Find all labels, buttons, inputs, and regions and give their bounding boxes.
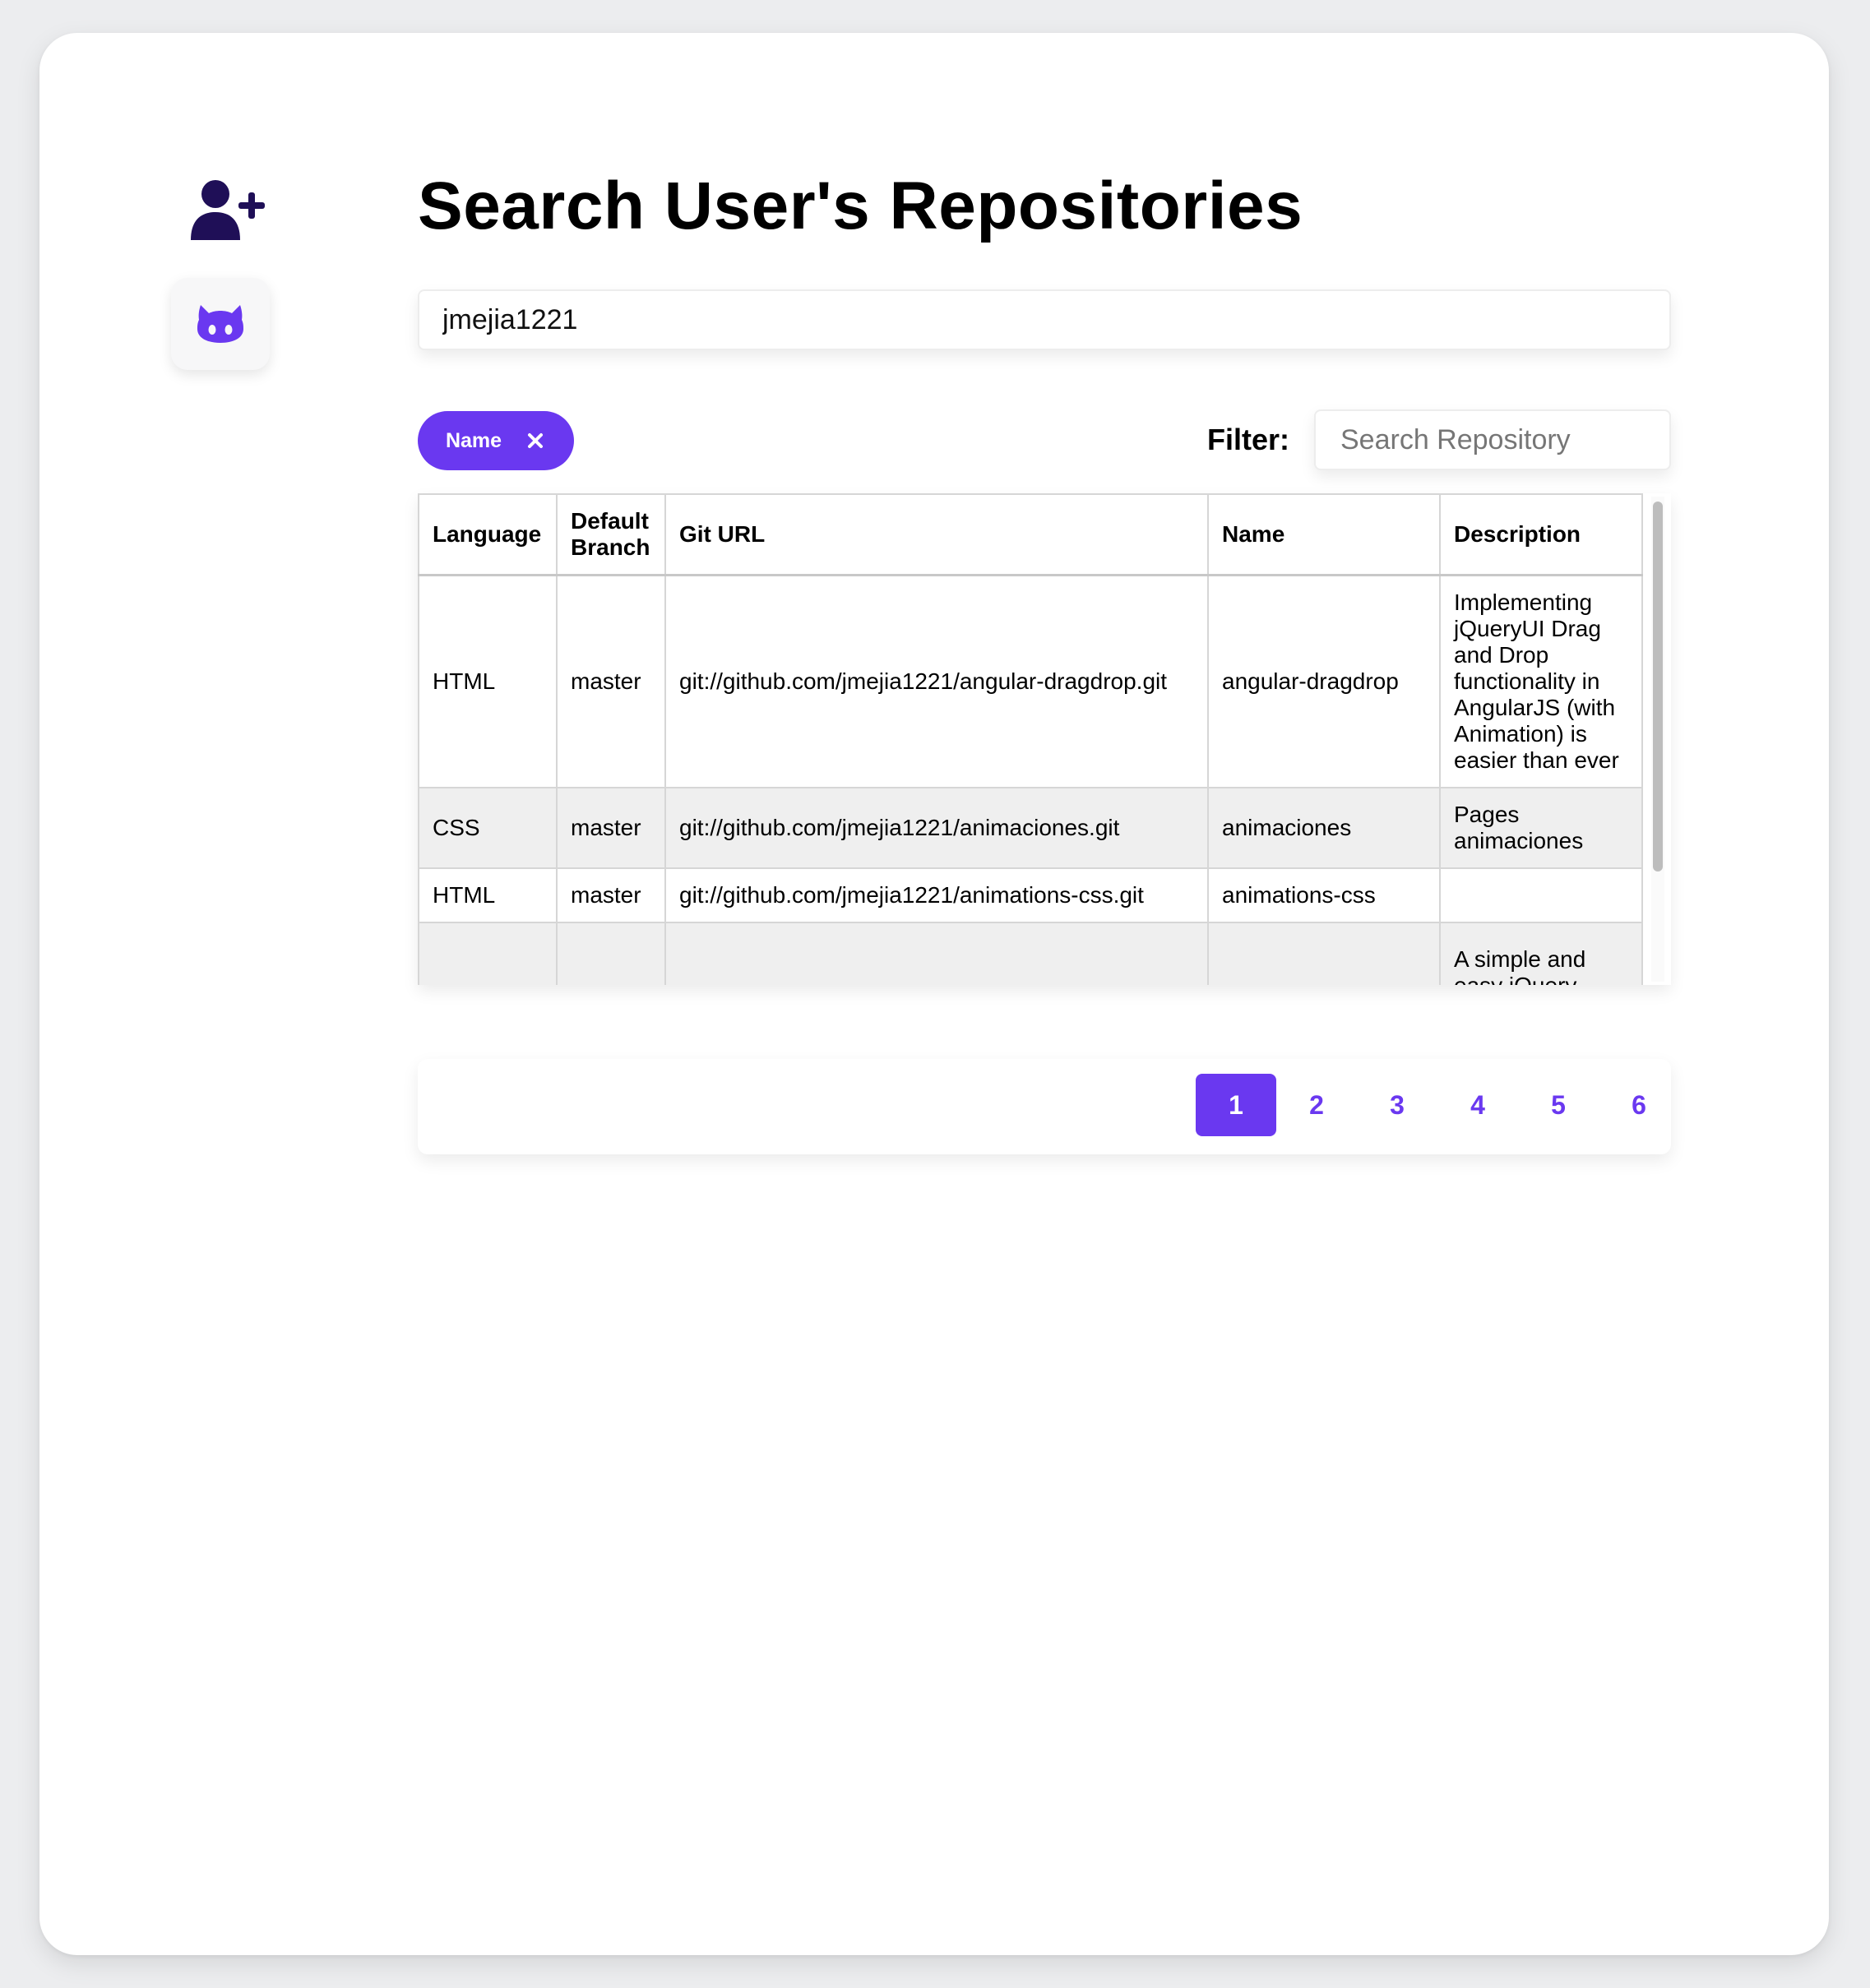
cell-language	[418, 922, 558, 985]
table-row[interactable]: CSS master git://github.com/jmejia1221/a…	[418, 787, 1643, 869]
table-row[interactable]: HTML master git://github.com/jmejia1221/…	[418, 574, 1643, 788]
cell-description: Implementing jQueryUI Drag and Drop func…	[1439, 574, 1643, 788]
cell-name	[1207, 922, 1441, 985]
cell-default-branch: master	[556, 574, 666, 788]
pagination: 1 2 3 4 5 6	[418, 1059, 1671, 1154]
cell-git-url: git://github.com/jmejia1221/animations-c…	[664, 867, 1209, 923]
cell-git-url: git://github.com/jmejia1221/animaciones.…	[664, 787, 1209, 869]
page-button-4[interactable]: 4	[1437, 1074, 1518, 1136]
github-nav-button[interactable]	[171, 278, 270, 370]
page-button-5[interactable]: 5	[1518, 1074, 1599, 1136]
user-plus-icon	[191, 180, 265, 240]
user-search-input[interactable]	[418, 289, 1671, 350]
page-button-3[interactable]: 3	[1357, 1074, 1437, 1136]
cell-language: CSS	[418, 787, 558, 869]
cell-default-branch: master	[556, 867, 666, 923]
cell-description: A simple and easy jQuery	[1439, 922, 1643, 985]
cell-language: HTML	[418, 867, 558, 923]
page-button-2[interactable]: 2	[1276, 1074, 1357, 1136]
page-title: Search User's Repositories	[418, 169, 1303, 243]
cell-name: angular-dragdrop	[1207, 574, 1441, 788]
column-header-name[interactable]: Name	[1207, 493, 1441, 576]
cell-name: animaciones	[1207, 787, 1441, 869]
table-row[interactable]: HTML master git://github.com/jmejia1221/…	[418, 867, 1643, 923]
app-card: Search User's Repositories Name Filter: …	[39, 33, 1829, 1955]
cell-default-branch: master	[556, 787, 666, 869]
cell-git-url: git://github.com/jmejia1221/angular-drag…	[664, 574, 1209, 788]
page-button-1[interactable]: 1	[1196, 1074, 1276, 1136]
close-icon[interactable]	[525, 430, 546, 451]
page-button-6[interactable]: 6	[1599, 1074, 1679, 1136]
cell-description: Pages animaciones	[1439, 787, 1643, 869]
cell-description	[1439, 867, 1643, 923]
table-scrollbar-thumb[interactable]	[1653, 502, 1663, 871]
column-header-default-branch[interactable]: Default Branch	[556, 493, 666, 576]
chip-label: Name	[445, 428, 502, 452]
filter-label: Filter:	[1207, 423, 1290, 456]
column-header-language[interactable]: Language	[418, 493, 558, 576]
add-user-nav-button[interactable]	[181, 164, 273, 257]
sort-chip-name[interactable]: Name	[418, 411, 574, 470]
repository-filter-input[interactable]	[1314, 409, 1671, 470]
table-row[interactable]: A simple and easy jQuery	[418, 922, 1643, 985]
cell-language: HTML	[418, 574, 558, 788]
cell-git-url	[664, 922, 1209, 985]
github-icon	[197, 305, 243, 343]
column-header-description[interactable]: Description	[1439, 493, 1643, 576]
repository-table: Language Default Branch Git URL Name Des…	[418, 493, 1643, 985]
cell-default-branch	[556, 922, 666, 985]
table-header-row: Language Default Branch Git URL Name Des…	[418, 493, 1643, 576]
table-scrollbar[interactable]	[1651, 497, 1664, 982]
column-header-git-url[interactable]: Git URL	[664, 493, 1209, 576]
repository-table-container[interactable]: Language Default Branch Git URL Name Des…	[418, 493, 1671, 985]
cell-name: animations-css	[1207, 867, 1441, 923]
